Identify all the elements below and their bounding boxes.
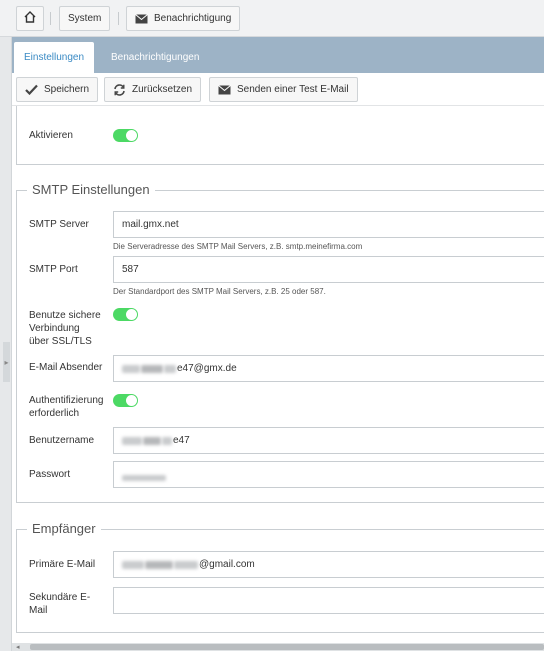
- username-input[interactable]: e47: [113, 427, 544, 454]
- recipient-legend: Empfänger: [27, 521, 101, 536]
- auth-label-line: Authentifizierung: [29, 395, 104, 406]
- smtp-server-value: mail.gmx.net: [122, 219, 179, 230]
- ssl-label: Benutze sichere Verbindung über SSL/TLS: [29, 309, 101, 348]
- ssl-label-line: Benutze sichere: [29, 310, 101, 321]
- redacted-text: [174, 560, 198, 569]
- smtp-server-input[interactable]: mail.gmx.net: [113, 211, 544, 238]
- save-label: Speichern: [44, 84, 90, 95]
- smtp-legend: SMTP Einstellungen: [27, 182, 155, 197]
- ssl-toggle[interactable]: [113, 308, 138, 321]
- smtp-server-hint: Die Serveradresse des SMTP Mail Servers,…: [113, 242, 363, 251]
- tab-benachrichtigungen[interactable]: Benachrichtigungen: [101, 42, 209, 73]
- auth-label: Authentifizierung erforderlich: [29, 394, 104, 420]
- activate-toggle[interactable]: [113, 129, 138, 142]
- recipient-group: Empfänger Primäre E-Mail @gmail.com Seku…: [16, 521, 544, 633]
- password-label: Passwort: [29, 469, 71, 480]
- secondary-email-label-line: Sekundäre E-: [29, 592, 91, 603]
- top-bar: System Benachrichtigung: [0, 0, 544, 37]
- auth-toggle[interactable]: [113, 394, 138, 407]
- sender-value: e47@gmx.de: [177, 363, 237, 374]
- home-button[interactable]: [16, 6, 44, 31]
- save-button[interactable]: Speichern: [16, 77, 99, 102]
- redacted-text: [164, 364, 176, 373]
- username-label: Benutzername: [29, 435, 95, 446]
- toolbar: Speichern Zurücksetzen Senden einer Test…: [12, 73, 544, 106]
- envelope-icon: [218, 84, 237, 95]
- scroll-left-icon[interactable]: ◂: [16, 643, 20, 651]
- redacted-text: [122, 364, 140, 373]
- reset-label: Zurücksetzen: [132, 84, 193, 95]
- redacted-text: [122, 560, 144, 569]
- tab-strip: Einstellungen Benachrichtigungen: [12, 37, 544, 73]
- username-value: e47: [173, 435, 190, 446]
- separator: [50, 12, 51, 25]
- redacted-text: [145, 560, 173, 569]
- send-test-email-button[interactable]: Senden einer Test E-Mail: [209, 77, 358, 102]
- redacted-text: [162, 436, 172, 445]
- general-group: Aktivieren: [16, 106, 544, 165]
- breadcrumb-system[interactable]: System: [59, 6, 111, 31]
- secondary-email-input[interactable]: [113, 587, 544, 614]
- smtp-port-value: 587: [122, 264, 139, 275]
- sender-input[interactable]: e47@gmx.de: [113, 355, 544, 382]
- auth-label-line: erforderlich: [29, 408, 80, 419]
- settings-content[interactable]: Aktivieren SMTP Einstellungen SMTP Serve…: [12, 106, 544, 643]
- redacted-text: [143, 436, 161, 445]
- separator: [118, 12, 119, 25]
- tab-einstellungen[interactable]: Einstellungen: [14, 42, 95, 73]
- check-icon: [25, 84, 44, 95]
- primary-email-input[interactable]: @gmail.com: [113, 551, 544, 578]
- breadcrumb-notification-label: Benachrichtigung: [154, 13, 232, 24]
- envelope-icon: [135, 13, 148, 24]
- tab-label: Einstellungen: [24, 52, 85, 63]
- chevron-right-icon: ▸: [4, 357, 9, 367]
- password-input[interactable]: [113, 461, 544, 488]
- breadcrumb-system-label: System: [68, 13, 102, 24]
- password-mask: [122, 474, 166, 481]
- smtp-port-label: SMTP Port: [29, 264, 78, 275]
- sender-label: E-Mail Absender: [29, 362, 103, 373]
- primary-email-value: @gmail.com: [199, 559, 255, 570]
- ssl-label-line: über SSL/TLS: [29, 336, 92, 347]
- primary-email-label: Primäre E-Mail: [29, 559, 96, 570]
- secondary-email-label: Sekundäre E- Mail: [29, 591, 90, 617]
- redacted-text: [122, 436, 142, 445]
- smtp-group: SMTP Einstellungen SMTP Server mail.gmx.…: [16, 182, 544, 503]
- secondary-email-label-line: Mail: [29, 605, 48, 616]
- smtp-port-hint: Der Standardport des SMTP Mail Servers, …: [113, 287, 326, 296]
- redacted-text: [141, 364, 163, 373]
- left-splitter[interactable]: ▸: [0, 37, 12, 651]
- activate-label: Aktivieren: [29, 130, 73, 141]
- horizontal-scrollbar[interactable]: ◂: [12, 643, 544, 651]
- home-icon: [23, 10, 37, 27]
- send-test-email-label: Senden einer Test E-Mail: [237, 84, 349, 95]
- breadcrumb-notification[interactable]: Benachrichtigung: [126, 6, 241, 31]
- reset-button[interactable]: Zurücksetzen: [104, 77, 202, 102]
- smtp-port-input[interactable]: 587: [113, 256, 544, 283]
- refresh-icon: [113, 83, 132, 96]
- tab-label: Benachrichtigungen: [111, 52, 200, 63]
- ssl-label-line: Verbindung: [29, 323, 80, 334]
- scrollbar-thumb[interactable]: [30, 644, 544, 650]
- smtp-server-label: SMTP Server: [29, 219, 89, 230]
- splitter-handle[interactable]: ▸: [3, 342, 10, 382]
